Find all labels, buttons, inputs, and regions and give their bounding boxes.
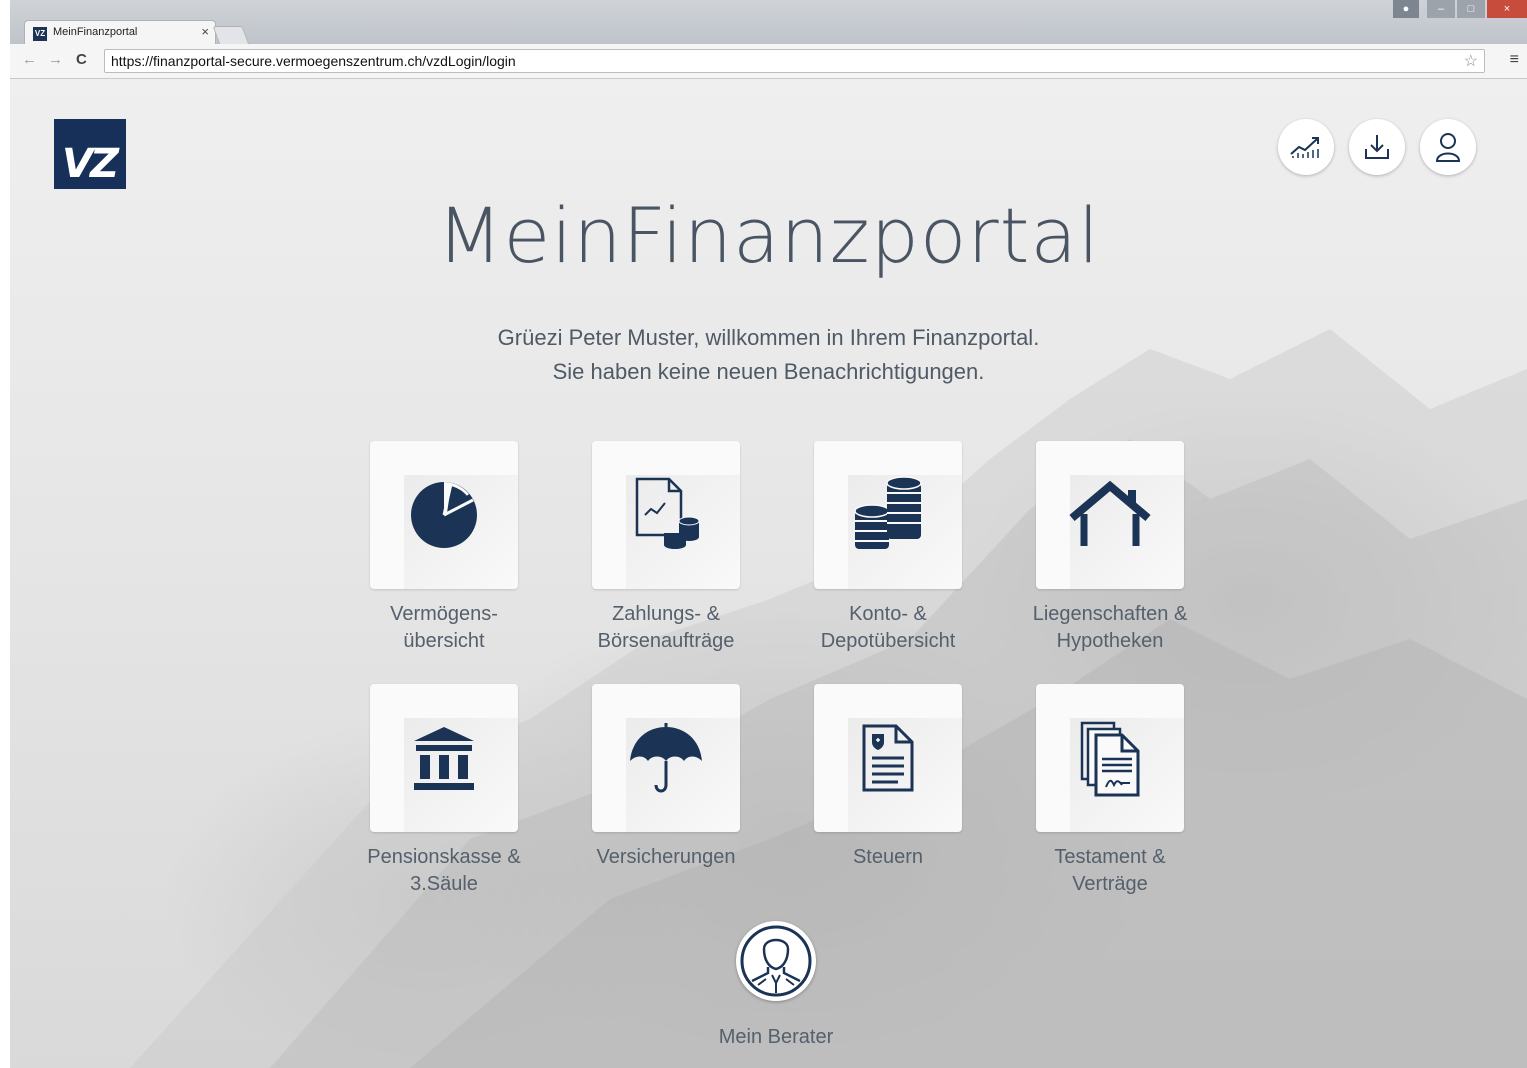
url-text: https://finanzportal-secure.vermoegensze… <box>111 53 516 69</box>
bookmark-star-icon[interactable]: ☆ <box>1464 51 1478 71</box>
window-controls: ● – □ × <box>1393 0 1527 18</box>
advisor-button[interactable] <box>736 921 816 1001</box>
tile-label-versicherungen: Versicherungen <box>596 846 736 868</box>
profile-icon[interactable]: ● <box>1393 0 1419 18</box>
tile-label-testament-vertraege: Testament & Verträge <box>1054 846 1166 895</box>
minimize-icon[interactable]: – <box>1427 0 1455 18</box>
maximize-icon[interactable]: □ <box>1457 0 1485 18</box>
close-window-icon[interactable]: × <box>1487 0 1527 18</box>
browser-toolbar: ← → C https://finanzportal-secure.vermoe… <box>10 44 1527 79</box>
greeting-text: Grüezi Peter Muster, willkommen in Ihrem… <box>497 325 1040 350</box>
screen-edge <box>0 0 10 1068</box>
notification-text: Sie haben keine neuen Benachrichtigungen… <box>552 359 985 384</box>
document-coins-icon <box>635 477 700 549</box>
umbrella-icon <box>630 723 702 793</box>
reload-icon[interactable]: C <box>76 51 87 68</box>
pie-chart-icon <box>411 482 477 548</box>
forward-arrow-icon[interactable]: → <box>48 51 63 68</box>
chart-trend-icon[interactable] <box>1278 119 1334 175</box>
browser-tab[interactable]: VZ MeinFinanzportal × <box>24 20 216 47</box>
tile-konto-depotuebersicht[interactable] <box>814 441 962 589</box>
bank-building-icon <box>414 727 474 790</box>
tab-favicon-icon: VZ <box>33 27 47 41</box>
tile-versicherungen[interactable] <box>592 684 740 832</box>
tile-pensionskasse-saeule[interactable] <box>370 684 518 832</box>
tab-title: MeinFinanzportal <box>53 26 138 38</box>
tile-label-vermoegensuebersicht: Vermögens-übersicht <box>390 603 498 652</box>
portal-page: VZ MeinFinanzportal Grüezi Peter Muster,… <box>10 79 1527 1068</box>
coin-stacks-icon <box>854 476 922 549</box>
page-title: MeinFinanzportal <box>436 191 1101 280</box>
tile-steuern[interactable] <box>814 684 962 832</box>
signed-documents-icon <box>1080 721 1140 797</box>
browser-menu-icon[interactable]: ≡ <box>1510 51 1519 69</box>
vz-logo[interactable]: VZ <box>54 119 126 189</box>
address-bar[interactable]: https://finanzportal-secure.vermoegensze… <box>104 49 1485 73</box>
tile-label-pensionskasse-saeule: Pensionskasse & 3.Säule <box>367 846 521 895</box>
user-icon[interactable] <box>1420 119 1476 175</box>
house-icon <box>1069 480 1151 546</box>
tile-label-konto-depotuebersicht: Konto- & Depotübersicht <box>820 603 956 652</box>
tab-close-icon[interactable]: × <box>201 24 209 39</box>
browser-window: VZ MeinFinanzportal × ● – □ × ← → C http… <box>10 0 1527 1068</box>
tile-testament-vertraege[interactable] <box>1036 684 1184 832</box>
tax-document-icon <box>862 724 914 792</box>
download-icon[interactable] <box>1349 119 1405 175</box>
back-arrow-icon[interactable]: ← <box>22 51 37 68</box>
tile-liegenschaften-hypotheken[interactable] <box>1036 441 1184 589</box>
browser-titlebar: VZ MeinFinanzportal × ● – □ × <box>10 0 1527 47</box>
tile-vermoegensuebersicht[interactable] <box>370 441 518 589</box>
tile-zahlungs-boersenauftraege[interactable] <box>592 441 740 589</box>
tile-label-liegenschaften-hypotheken: Liegenschaften & Hypotheken <box>1032 603 1188 652</box>
new-tab-button[interactable] <box>212 26 250 45</box>
advisor-label: Mein Berater <box>718 1026 834 1048</box>
advisor-avatar-icon <box>740 925 812 997</box>
tile-label-steuern: Steuern <box>852 846 924 868</box>
tile-label-zahlungs-boersenauftraege: Zahlungs- & Börsenaufträge <box>597 603 735 652</box>
